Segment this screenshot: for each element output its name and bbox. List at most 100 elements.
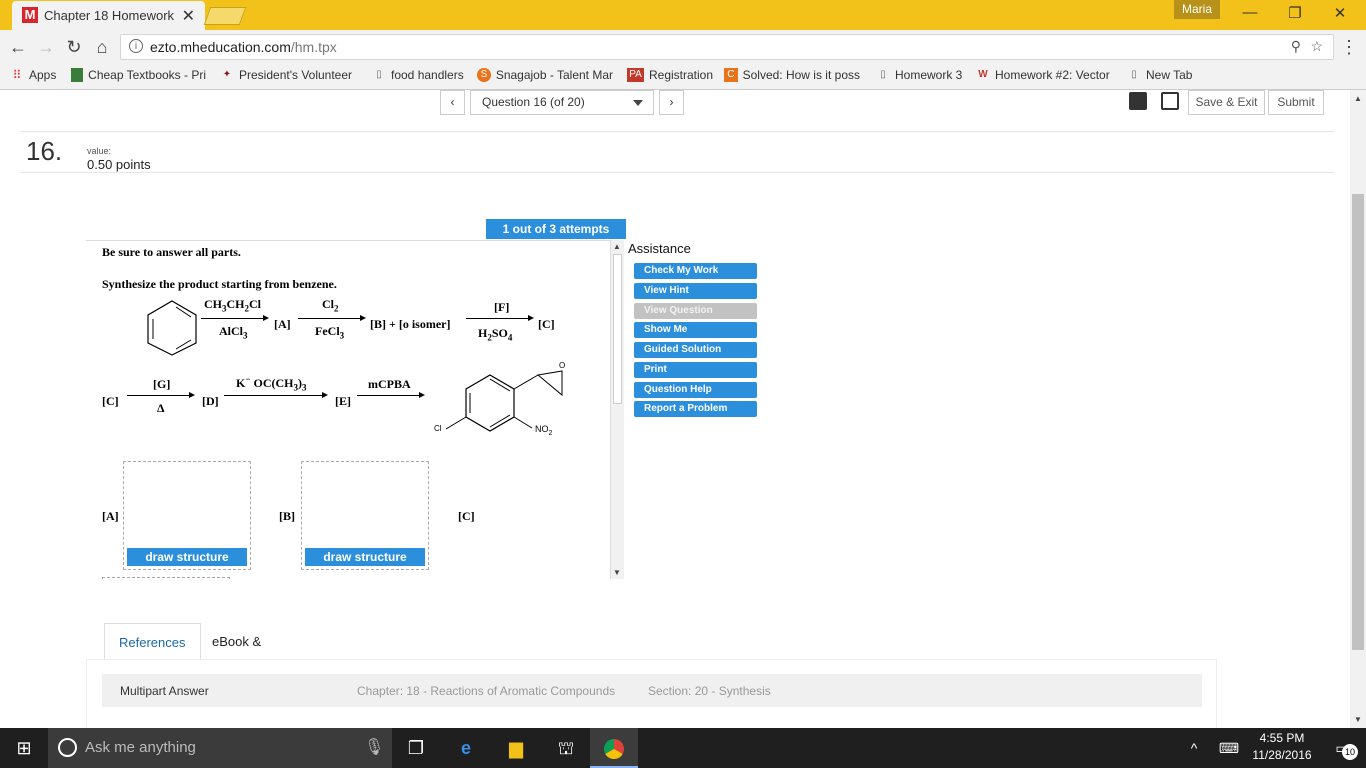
divider: [20, 172, 1334, 173]
tab-references[interactable]: References: [104, 623, 201, 660]
intermediate-a: [A]: [274, 317, 291, 331]
draw-structure-button[interactable]: draw structure: [127, 548, 247, 566]
microphone-icon[interactable]: 🎙: [364, 737, 384, 757]
scroll-down-icon[interactable]: ▼: [613, 568, 621, 577]
snagajob-icon: S: [477, 68, 491, 82]
check-my-work-button[interactable]: Check My Work: [634, 263, 757, 279]
zoom-icon[interactable]: ⚲: [1291, 38, 1301, 55]
back-icon[interactable]: ←: [7, 36, 29, 58]
reaction-arrow: [224, 392, 328, 398]
bookmark-item[interactable]: ▯ New Tab: [1127, 68, 1192, 82]
chrome-logo-icon: [604, 739, 624, 760]
windows-start-icon[interactable]: ⊞: [0, 728, 48, 768]
mcgraw-hill-icon: M: [22, 7, 38, 23]
chapter-label: Chapter: 18 - Reactions of Aromatic Comp…: [357, 684, 616, 698]
clock[interactable]: 4:55 PM 11/28/2016: [1250, 731, 1314, 762]
page-scrollbar[interactable]: ▲ ▼: [1350, 90, 1366, 728]
task-view-icon[interactable]: ❐: [392, 728, 440, 768]
ebook-icon[interactable]: [1129, 92, 1147, 110]
reagent-3-bottom: H2SO4: [478, 326, 513, 343]
scroll-up-icon[interactable]: ▲: [1354, 94, 1362, 103]
scroll-down-icon[interactable]: ▼: [1354, 715, 1362, 724]
print-button[interactable]: Print: [634, 362, 757, 378]
intermediate-b: [B] + [o isomer]: [370, 317, 451, 331]
reagent-1-bottom: AlCl3: [219, 324, 248, 341]
scroll-thumb[interactable]: [613, 254, 622, 404]
dropdown-arrow-icon: [633, 100, 643, 106]
report-problem-button[interactable]: Report a Problem: [634, 401, 757, 417]
question-help-button[interactable]: Question Help: [634, 382, 757, 398]
chrome-icon[interactable]: [590, 728, 638, 768]
bookmark-item[interactable]: PA Registration: [627, 68, 713, 82]
reagent-f: [F]: [494, 300, 510, 314]
notification-icon[interactable]: ▭10: [1318, 728, 1366, 768]
browser-tab[interactable]: M Chapter 18 Homework ✕: [12, 1, 205, 30]
instruction-text: Be sure to answer all parts.: [102, 245, 241, 259]
next-question-button[interactable]: ›: [659, 90, 684, 115]
info-icon[interactable]: i: [129, 39, 143, 53]
previous-question-button[interactable]: ‹: [440, 90, 465, 115]
question-number: 16.: [26, 136, 63, 166]
tab-title: Chapter 18 Homework: [44, 8, 175, 23]
restore-icon[interactable]: ❐: [1285, 4, 1305, 24]
reference-row: Multipart Answer Chapter: 18 - Reactions…: [102, 674, 1202, 707]
value-points: 0.50 points: [87, 157, 151, 172]
reagent-mcpba: mCPBA: [368, 377, 411, 391]
close-tab-icon[interactable]: ✕: [182, 6, 195, 26]
nitro-label: NO2: [535, 424, 553, 437]
bookmark-item[interactable]: ▯ Homework 3: [876, 68, 962, 82]
intermediate-c: [C]: [538, 317, 555, 331]
star-icon[interactable]: ☆: [1310, 38, 1323, 55]
pa-icon: PA: [627, 68, 644, 82]
forward-icon[interactable]: →: [35, 36, 57, 58]
cortana-search[interactable]: Ask me anything 🎙: [48, 728, 392, 768]
multipart-answer-label: Multipart Answer: [120, 684, 209, 698]
bookmark-item[interactable]: ✦ President's Volunteer: [220, 68, 354, 82]
chlorine-label: Cl: [434, 424, 442, 433]
bookmark-item[interactable]: ▯ food handlers: [372, 68, 464, 82]
page-content: ‹ Question 16 (of 20) › Save & Exit Subm…: [0, 90, 1350, 728]
tab-ebook-resources[interactable]: eBook & Resources: [198, 623, 288, 686]
bookmark-item[interactable]: C Solved: How is it poss: [724, 68, 860, 82]
reaction-arrow: [357, 392, 425, 398]
close-window-icon[interactable]: ✕: [1330, 4, 1350, 24]
drawing-area-c[interactable]: [102, 577, 230, 579]
address-bar[interactable]: i ezto.mheducation.com/hm.tpx ⚲ ☆: [120, 34, 1334, 60]
page-icon: ▯: [880, 69, 886, 80]
bookmark-item[interactable]: S Snagajob - Talent Mar: [477, 68, 613, 82]
reload-icon[interactable]: ↻: [63, 36, 85, 58]
user-profile-button[interactable]: Maria: [1174, 0, 1220, 19]
oxygen-label: O: [559, 361, 566, 370]
question-select[interactable]: Question 16 (of 20): [470, 90, 654, 115]
edge-icon[interactable]: e: [442, 728, 490, 768]
reagent-2-top: Cl2: [322, 297, 339, 314]
new-tab-button[interactable]: [203, 7, 247, 25]
page-icon: ▯: [376, 69, 382, 80]
draw-structure-button[interactable]: draw structure: [305, 548, 425, 566]
store-icon[interactable]: ⛫: [542, 728, 590, 768]
show-me-button[interactable]: Show Me: [634, 322, 757, 338]
cortana-icon: [58, 738, 77, 757]
view-hint-button[interactable]: View Hint: [634, 283, 757, 299]
view-question-button[interactable]: View Question: [634, 303, 757, 319]
drawing-area-a[interactable]: draw structure: [123, 461, 251, 570]
question-scrollbar[interactable]: ▲ ▼: [610, 240, 624, 579]
guided-solution-button[interactable]: Guided Solution: [634, 342, 757, 358]
print-icon[interactable]: [1161, 92, 1179, 110]
webassign-icon: W: [978, 69, 988, 80]
file-explorer-icon[interactable]: ▆: [492, 728, 540, 768]
value-label: value:: [87, 146, 112, 156]
bookmark-item[interactable]: Cheap Textbooks - Pri: [71, 68, 206, 82]
submit-button[interactable]: Submit: [1268, 90, 1324, 115]
menu-icon[interactable]: ⋮: [1338, 36, 1360, 58]
home-icon[interactable]: ⌂: [91, 36, 113, 58]
save-exit-button[interactable]: Save & Exit: [1188, 90, 1265, 115]
scroll-thumb[interactable]: [1352, 194, 1364, 650]
scroll-up-icon[interactable]: ▲: [613, 242, 621, 251]
bookmark-item[interactable]: W Homework #2: Vector: [976, 68, 1112, 82]
reaction-arrow: [466, 315, 534, 321]
drawing-area-b[interactable]: draw structure: [301, 461, 429, 570]
keyboard-icon[interactable]: ⌨: [1205, 728, 1253, 768]
bookmark-apps[interactable]: ⠿ Apps: [10, 68, 57, 82]
minimize-icon[interactable]: —: [1240, 4, 1260, 24]
